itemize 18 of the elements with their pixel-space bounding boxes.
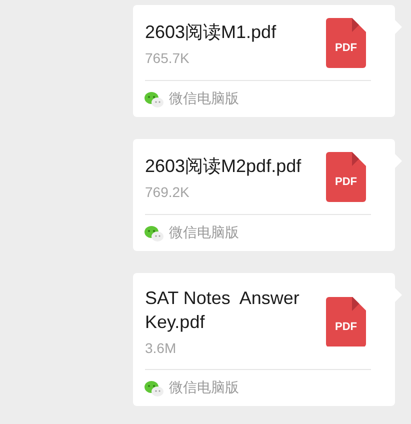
wechat-icon	[144, 380, 164, 396]
file-message-card[interactable]: 2603阅读M1.pdf 765.7K PDF 微信电脑版	[133, 5, 395, 117]
file-size: 765.7K	[145, 48, 190, 66]
file-name: 2603阅读M2pdf.pdf	[145, 154, 302, 178]
source-label: 微信电脑版	[169, 90, 239, 108]
pdf-file-icon: PDF	[326, 152, 366, 202]
file-message-card[interactable]: SAT Notes Answer Key.pdf 3.6M PDF 微信电脑版	[133, 273, 395, 406]
file-size: 3.6M	[145, 339, 178, 357]
file-name: SAT Notes Answer Key.pdf	[145, 287, 300, 334]
file-message-card[interactable]: 2603阅读M2pdf.pdf 769.2K PDF 微信电脑版	[133, 139, 395, 251]
pdf-file-icon: PDF	[326, 296, 366, 346]
source-label: 微信电脑版	[169, 379, 239, 397]
pdf-file-icon: PDF	[326, 18, 366, 68]
file-name: 2603阅读M1.pdf	[145, 20, 278, 44]
wechat-icon	[144, 90, 164, 108]
source-label: 微信电脑版	[169, 224, 239, 242]
file-size: 769.2K	[145, 182, 190, 200]
wechat-icon	[144, 224, 164, 242]
